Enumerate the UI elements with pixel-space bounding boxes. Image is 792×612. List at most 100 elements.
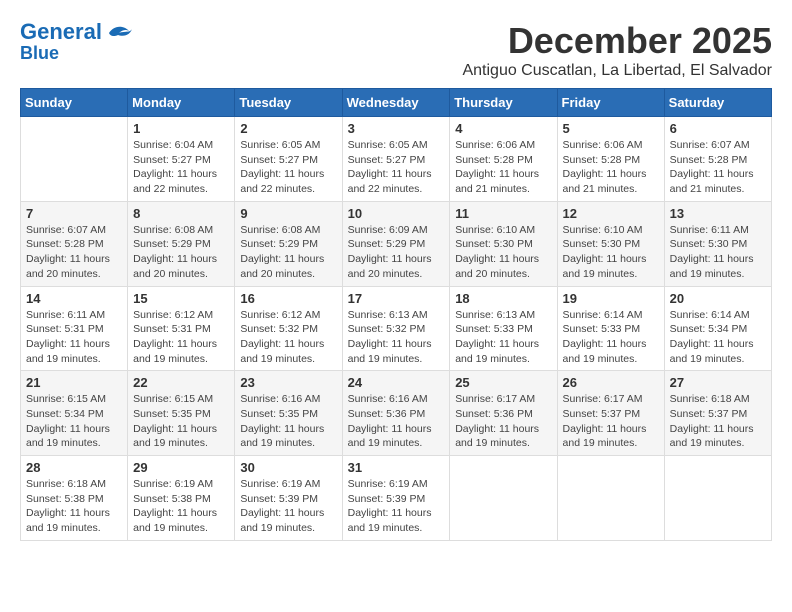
day-number: 8 bbox=[133, 206, 229, 221]
day-info: Sunrise: 6:19 AM Sunset: 5:39 PM Dayligh… bbox=[240, 477, 336, 536]
day-info: Sunrise: 6:04 AM Sunset: 5:27 PM Dayligh… bbox=[133, 138, 229, 197]
calendar-day-cell bbox=[450, 456, 557, 541]
day-info: Sunrise: 6:05 AM Sunset: 5:27 PM Dayligh… bbox=[240, 138, 336, 197]
day-info: Sunrise: 6:06 AM Sunset: 5:28 PM Dayligh… bbox=[455, 138, 551, 197]
calendar-week-row: 28Sunrise: 6:18 AM Sunset: 5:38 PM Dayli… bbox=[21, 456, 772, 541]
day-number: 18 bbox=[455, 291, 551, 306]
day-number: 30 bbox=[240, 460, 336, 475]
day-number: 10 bbox=[348, 206, 445, 221]
day-info: Sunrise: 6:05 AM Sunset: 5:27 PM Dayligh… bbox=[348, 138, 445, 197]
day-info: Sunrise: 6:16 AM Sunset: 5:36 PM Dayligh… bbox=[348, 392, 445, 451]
calendar-week-row: 14 Sunrise: 6:11 AM Sunset: 5:31 PM Dayli… bbox=[21, 286, 772, 371]
day-number: 14 bbox=[26, 291, 122, 306]
weekday-header: Saturday bbox=[664, 89, 771, 117]
calendar-day-cell: 25 Sunrise: 6:17 AM Sunset: 5:36 PM Dayli… bbox=[450, 371, 557, 456]
day-number: 5 bbox=[563, 121, 659, 136]
day-number: 21 bbox=[26, 375, 122, 390]
day-number: 26 bbox=[563, 375, 659, 390]
day-number: 6 bbox=[670, 121, 766, 136]
weekday-header: Tuesday bbox=[235, 89, 342, 117]
logo-text: General bbox=[20, 20, 102, 44]
calendar-day-cell: 10 Sunrise: 6:09 AM Sunset: 5:29 PM Dayli… bbox=[342, 201, 450, 286]
weekday-header: Thursday bbox=[450, 89, 557, 117]
day-info: Sunrise: 6:07 AM Sunset: 5:28 PM Dayligh… bbox=[670, 138, 766, 197]
day-number: 4 bbox=[455, 121, 551, 136]
calendar-day-cell: 6 Sunrise: 6:07 AM Sunset: 5:28 PM Daylig… bbox=[664, 117, 771, 202]
day-number: 28 bbox=[26, 460, 122, 475]
calendar-day-cell: 16Sunrise: 6:12 AM Sunset: 5:32 PM Dayli… bbox=[235, 286, 342, 371]
calendar-day-cell: 5Sunrise: 6:06 AM Sunset: 5:28 PM Daylig… bbox=[557, 117, 664, 202]
day-number: 15 bbox=[133, 291, 229, 306]
calendar-day-cell: 1Sunrise: 6:04 AM Sunset: 5:27 PM Daylig… bbox=[128, 117, 235, 202]
day-info: Sunrise: 6:12 AM Sunset: 5:32 PM Dayligh… bbox=[240, 308, 336, 367]
day-number: 19 bbox=[563, 291, 659, 306]
day-info: Sunrise: 6:19 AM Sunset: 5:38 PM Dayligh… bbox=[133, 477, 229, 536]
day-number: 17 bbox=[348, 291, 445, 306]
calendar-day-cell: 15Sunrise: 6:12 AM Sunset: 5:31 PM Dayli… bbox=[128, 286, 235, 371]
day-info: Sunrise: 6:14 AM Sunset: 5:33 PM Dayligh… bbox=[563, 308, 659, 367]
location-title: Antiguo Cuscatlan, La Libertad, El Salva… bbox=[462, 62, 772, 80]
calendar-day-cell: 20Sunrise: 6:14 AM Sunset: 5:34 PM Dayli… bbox=[664, 286, 771, 371]
calendar-day-cell: 19 Sunrise: 6:14 AM Sunset: 5:33 PM Dayli… bbox=[557, 286, 664, 371]
day-number: 11 bbox=[455, 206, 551, 221]
day-info: Sunrise: 6:11 AM Sunset: 5:31 PM Dayligh… bbox=[26, 308, 122, 367]
month-title: December 2025 bbox=[462, 20, 772, 62]
day-info: Sunrise: 6:08 AM Sunset: 5:29 PM Dayligh… bbox=[240, 223, 336, 282]
day-info: Sunrise: 6:13 AM Sunset: 5:32 PM Dayligh… bbox=[348, 308, 445, 367]
day-number: 31 bbox=[348, 460, 445, 475]
logo-blue-text: Blue bbox=[20, 44, 59, 64]
day-number: 29 bbox=[133, 460, 229, 475]
day-info: Sunrise: 6:13 AM Sunset: 5:33 PM Dayligh… bbox=[455, 308, 551, 367]
calendar-header-row: SundayMondayTuesdayWednesdayThursdayFrid… bbox=[21, 89, 772, 117]
logo: General Blue bbox=[20, 20, 134, 64]
day-info: Sunrise: 6:18 AM Sunset: 5:37 PM Dayligh… bbox=[670, 392, 766, 451]
calendar-day-cell: 8 Sunrise: 6:08 AM Sunset: 5:29 PM Daylig… bbox=[128, 201, 235, 286]
day-info: Sunrise: 6:07 AM Sunset: 5:28 PM Dayligh… bbox=[26, 223, 122, 282]
day-number: 20 bbox=[670, 291, 766, 306]
day-info: Sunrise: 6:17 AM Sunset: 5:37 PM Dayligh… bbox=[563, 392, 659, 451]
calendar-week-row: 7 Sunrise: 6:07 AM Sunset: 5:28 PM Daylig… bbox=[21, 201, 772, 286]
calendar-day-cell: 11Sunrise: 6:10 AM Sunset: 5:30 PM Dayli… bbox=[450, 201, 557, 286]
day-number: 13 bbox=[670, 206, 766, 221]
day-info: Sunrise: 6:19 AM Sunset: 5:39 PM Dayligh… bbox=[348, 477, 445, 536]
calendar-day-cell bbox=[557, 456, 664, 541]
page-header: General Blue December 2025 Antiguo Cusca… bbox=[20, 20, 772, 80]
calendar-day-cell: 30 Sunrise: 6:19 AM Sunset: 5:39 PM Dayli… bbox=[235, 456, 342, 541]
day-info: Sunrise: 6:15 AM Sunset: 5:35 PM Dayligh… bbox=[133, 392, 229, 451]
day-number: 3 bbox=[348, 121, 445, 136]
calendar-day-cell: 22 Sunrise: 6:15 AM Sunset: 5:35 PM Dayli… bbox=[128, 371, 235, 456]
title-section: December 2025 Antiguo Cuscatlan, La Libe… bbox=[462, 20, 772, 80]
day-number: 24 bbox=[348, 375, 445, 390]
day-number: 22 bbox=[133, 375, 229, 390]
calendar-day-cell: 9 Sunrise: 6:08 AM Sunset: 5:29 PM Daylig… bbox=[235, 201, 342, 286]
day-info: Sunrise: 6:11 AM Sunset: 5:30 PM Dayligh… bbox=[670, 223, 766, 282]
calendar-day-cell: 28Sunrise: 6:18 AM Sunset: 5:38 PM Dayli… bbox=[21, 456, 128, 541]
weekday-header: Monday bbox=[128, 89, 235, 117]
calendar-day-cell: 24 Sunrise: 6:16 AM Sunset: 5:36 PM Dayli… bbox=[342, 371, 450, 456]
calendar-day-cell: 3 Sunrise: 6:05 AM Sunset: 5:27 PM Daylig… bbox=[342, 117, 450, 202]
calendar-day-cell: 29 Sunrise: 6:19 AM Sunset: 5:38 PM Dayli… bbox=[128, 456, 235, 541]
calendar-day-cell: 31 Sunrise: 6:19 AM Sunset: 5:39 PM Dayli… bbox=[342, 456, 450, 541]
day-info: Sunrise: 6:10 AM Sunset: 5:30 PM Dayligh… bbox=[563, 223, 659, 282]
calendar-week-row: 21 Sunrise: 6:15 AM Sunset: 5:34 PM Dayli… bbox=[21, 371, 772, 456]
day-number: 27 bbox=[670, 375, 766, 390]
day-info: Sunrise: 6:16 AM Sunset: 5:35 PM Dayligh… bbox=[240, 392, 336, 451]
calendar-day-cell: 27 Sunrise: 6:18 AM Sunset: 5:37 PM Dayli… bbox=[664, 371, 771, 456]
day-number: 25 bbox=[455, 375, 551, 390]
calendar-day-cell bbox=[21, 117, 128, 202]
day-info: Sunrise: 6:08 AM Sunset: 5:29 PM Dayligh… bbox=[133, 223, 229, 282]
day-number: 7 bbox=[26, 206, 122, 221]
weekday-header: Wednesday bbox=[342, 89, 450, 117]
calendar-day-cell: 2Sunrise: 6:05 AM Sunset: 5:27 PM Daylig… bbox=[235, 117, 342, 202]
day-info: Sunrise: 6:15 AM Sunset: 5:34 PM Dayligh… bbox=[26, 392, 122, 451]
calendar-day-cell: 23 Sunrise: 6:16 AM Sunset: 5:35 PM Dayli… bbox=[235, 371, 342, 456]
calendar-day-cell: 7 Sunrise: 6:07 AM Sunset: 5:28 PM Daylig… bbox=[21, 201, 128, 286]
day-info: Sunrise: 6:17 AM Sunset: 5:36 PM Dayligh… bbox=[455, 392, 551, 451]
calendar-day-cell: 17 Sunrise: 6:13 AM Sunset: 5:32 PM Dayli… bbox=[342, 286, 450, 371]
weekday-header: Sunday bbox=[21, 89, 128, 117]
calendar-day-cell: 21 Sunrise: 6:15 AM Sunset: 5:34 PM Dayli… bbox=[21, 371, 128, 456]
day-number: 9 bbox=[240, 206, 336, 221]
day-number: 23 bbox=[240, 375, 336, 390]
calendar-table: SundayMondayTuesdayWednesdayThursdayFrid… bbox=[20, 88, 772, 541]
day-info: Sunrise: 6:09 AM Sunset: 5:29 PM Dayligh… bbox=[348, 223, 445, 282]
